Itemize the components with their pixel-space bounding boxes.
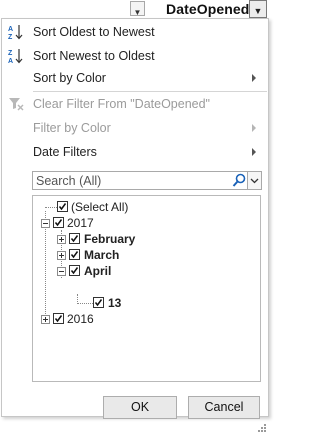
chevron-down-icon [250,178,259,184]
checkmark-icon [70,235,79,243]
search-icon[interactable] [232,173,246,188]
prev-column-filter-button[interactable]: ▼ [130,1,145,17]
checkmark-icon [70,251,79,259]
value-tree: (Select All) 2017 February March April 1… [32,195,261,382]
april-label: April [84,264,112,278]
search-options-button[interactable] [247,171,262,190]
submenu-arrow-icon [252,74,256,82]
checkmark-icon [70,267,79,275]
chevron-down-icon: ▼ [133,8,142,17]
menu-separator [33,91,267,92]
checkmark-icon [58,203,67,211]
march-checkbox[interactable] [69,249,80,260]
filter-by-color-item[interactable]: Filter by Color [2,117,268,139]
sort-descending-icon: Z A [8,49,23,64]
date-filters-item[interactable]: Date Filters [2,141,268,163]
day-13-checkbox[interactable] [93,297,104,308]
tree-node-march[interactable]: March [33,247,233,263]
filter-dropdown-icon: ▼ [253,6,263,16]
tree-node-2017[interactable]: 2017 [33,215,233,231]
year-2017-checkbox[interactable] [53,217,64,228]
tree-node-day-13[interactable]: 13 [33,295,233,311]
column-filter-button[interactable]: ▼ [249,0,267,18]
search-box [32,171,262,190]
expand-icon[interactable] [57,251,66,260]
column-header: ▼ DateOpened ▼ [0,0,270,19]
sort-oldest-to-newest-item[interactable]: A Z Sort Oldest to Newest [2,21,268,43]
svg-text:A: A [8,58,13,64]
march-label: March [84,248,120,262]
cancel-button[interactable]: Cancel [188,396,260,419]
tree-node-february[interactable]: February [33,231,233,247]
sort-newest-to-oldest-item[interactable]: Z A Sort Newest to Oldest [2,45,268,67]
submenu-arrow-icon [252,124,256,132]
day-13-label: 13 [108,296,122,310]
expand-icon[interactable] [41,315,50,324]
resize-grip-icon[interactable] [257,423,267,433]
submenu-arrow-icon [252,148,256,156]
year-2016-label: 2016 [67,312,94,326]
sort-newest-label: Sort Newest to Oldest [33,49,155,63]
checkmark-icon [94,299,103,307]
year-2017-label: 2017 [67,216,94,230]
february-label: February [84,232,136,246]
year-2016-checkbox[interactable] [53,313,64,324]
search-input[interactable] [34,172,235,189]
tree-node-select-all[interactable]: (Select All) [33,199,233,215]
expand-icon[interactable] [57,235,66,244]
filter-menu: A Z Sort Oldest to Newest Z A Sort Newes… [1,18,269,432]
svg-text:Z: Z [8,50,13,57]
clear-filter-item[interactable]: Clear Filter From "DateOpened" [2,93,268,115]
february-checkbox[interactable] [69,233,80,244]
tree-node-april[interactable]: April [33,263,233,279]
date-filters-label: Date Filters [33,145,97,159]
collapse-icon[interactable] [57,267,66,276]
select-all-label: (Select All) [71,200,129,214]
april-checkbox[interactable] [69,265,80,276]
sort-ascending-icon: A Z [8,25,23,40]
filter-by-color-label: Filter by Color [33,121,111,135]
column-title: DateOpened [166,1,250,17]
clear-filter-label: Clear Filter From "DateOpened" [33,97,210,111]
sort-by-color-item[interactable]: Sort by Color [2,67,268,89]
ok-button[interactable]: OK [103,396,177,419]
select-all-checkbox[interactable] [57,201,68,212]
sort-by-color-label: Sort by Color [33,71,106,85]
checkmark-icon [54,219,63,227]
clear-filter-icon [9,98,24,111]
svg-text:Z: Z [8,34,13,40]
checkmark-icon [54,315,63,323]
tree-node-2016[interactable]: 2016 [33,311,233,327]
collapse-icon[interactable] [41,219,50,228]
svg-text:A: A [8,26,13,33]
sort-oldest-label: Sort Oldest to Newest [33,25,155,39]
